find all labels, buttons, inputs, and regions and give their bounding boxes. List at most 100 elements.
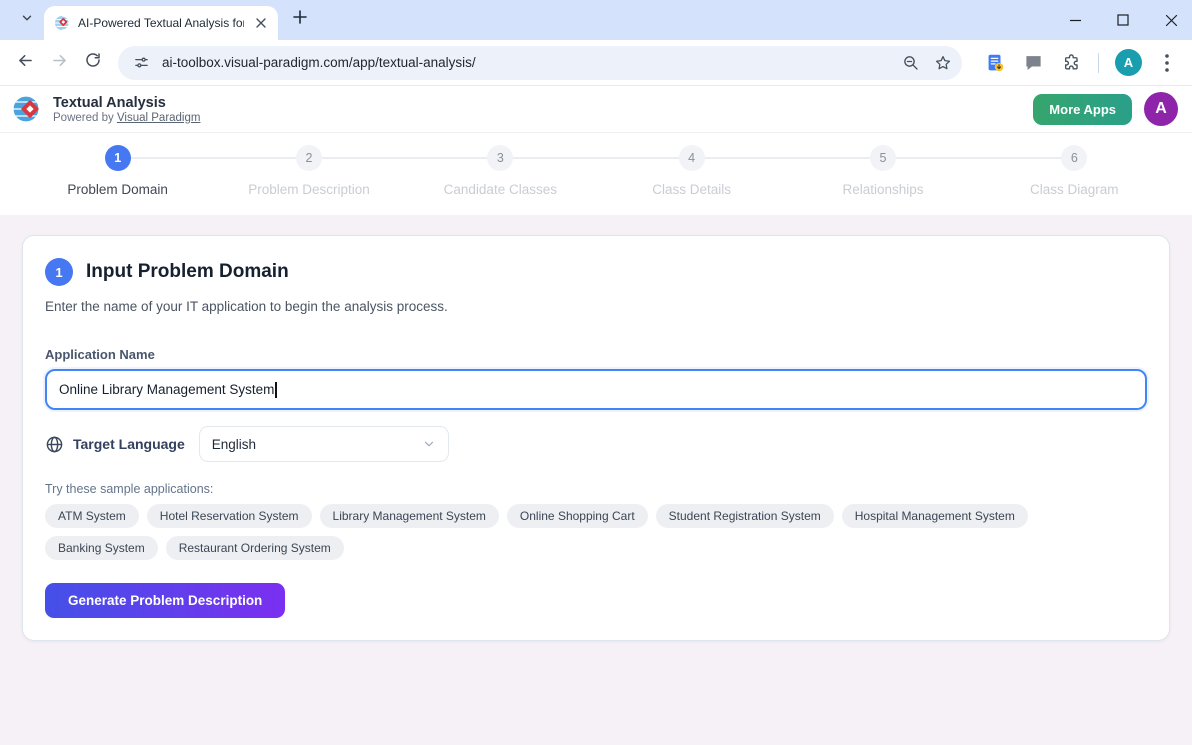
- app-title-block: Textual Analysis Powered by Visual Parad…: [53, 94, 200, 124]
- tab-close-icon[interactable]: [252, 14, 270, 32]
- app-header: Textual Analysis Powered by Visual Parad…: [0, 85, 1192, 133]
- sample-application-chip[interactable]: ATM System: [45, 504, 139, 528]
- forward-arrow-icon: [50, 51, 69, 75]
- stepper-connector: [513, 157, 596, 159]
- stepper-step[interactable]: 4 Class Details: [596, 145, 787, 197]
- stepper-step[interactable]: 3 Candidate Classes: [405, 145, 596, 197]
- bookmark-star-icon[interactable]: [932, 52, 954, 74]
- comment-bubble-icon[interactable]: [1022, 52, 1044, 74]
- toolbar-divider: [1098, 53, 1099, 73]
- browser-profile-avatar[interactable]: A: [1115, 49, 1142, 76]
- stepper-step-number: 2: [296, 145, 322, 171]
- stepper-step-number: 1: [105, 145, 131, 171]
- samples-label: Try these sample applications:: [45, 482, 1147, 496]
- stepper-step-number: 3: [487, 145, 513, 171]
- card-title: Input Problem Domain: [86, 261, 289, 283]
- sample-application-chip[interactable]: Restaurant Ordering System: [166, 536, 344, 560]
- stepper-step-number: 5: [870, 145, 896, 171]
- stepper-step-track: 6: [979, 145, 1170, 171]
- stepper-step-track: 3: [405, 145, 596, 171]
- step-number-badge: 1: [45, 258, 73, 286]
- toolbar-extensions-area: A: [970, 49, 1184, 76]
- address-bar[interactable]: ai-toolbox.visual-paradigm.com/app/textu…: [118, 46, 962, 80]
- stepper-connector: [896, 157, 979, 159]
- chevron-down-icon: [422, 437, 436, 451]
- stepper-step-label: Problem Description: [248, 182, 370, 197]
- reload-button[interactable]: [76, 46, 110, 80]
- sample-application-chip[interactable]: Library Management System: [320, 504, 499, 528]
- new-tab-button[interactable]: [286, 5, 314, 33]
- card-description: Enter the name of your IT application to…: [45, 299, 1147, 314]
- stepper-step-label: Relationships: [842, 182, 923, 197]
- more-apps-button[interactable]: More Apps: [1033, 94, 1132, 125]
- input-problem-domain-card: 1 Input Problem Domain Enter the name of…: [22, 235, 1170, 641]
- stepper-step-number: 4: [679, 145, 705, 171]
- generate-problem-description-button[interactable]: Generate Problem Description: [45, 583, 285, 618]
- visual-paradigm-logo: [10, 92, 44, 126]
- stepper-step-track: 5: [787, 145, 978, 171]
- stepper-step-label: Problem Domain: [67, 182, 168, 197]
- stepper-step-track: 1: [22, 145, 213, 171]
- browser-tab-strip: AI-Powered Textual Analysis for: [0, 0, 1192, 40]
- chevron-down-icon: [20, 11, 34, 30]
- stepper-connector: [213, 157, 296, 159]
- sample-application-chip[interactable]: Hotel Reservation System: [147, 504, 312, 528]
- stepper-step-label: Candidate Classes: [444, 182, 557, 197]
- sample-application-chip[interactable]: Student Registration System: [656, 504, 834, 528]
- stepper-connector: [322, 157, 405, 159]
- zoom-out-icon[interactable]: [900, 52, 922, 74]
- application-name-value: Online Library Management System: [59, 382, 274, 397]
- sample-application-chip[interactable]: Online Shopping Cart: [507, 504, 648, 528]
- stepper-step-label: Class Details: [652, 182, 731, 197]
- forward-button[interactable]: [42, 46, 76, 80]
- plus-icon: [293, 10, 307, 29]
- sample-applications-list: ATM System Hotel Reservation System Libr…: [45, 504, 1065, 560]
- stepper-connector: [596, 157, 679, 159]
- visual-paradigm-favicon-icon: [54, 15, 70, 31]
- target-language-select[interactable]: English: [199, 426, 449, 462]
- browser-tab[interactable]: AI-Powered Textual Analysis for: [44, 6, 278, 40]
- card-header: 1 Input Problem Domain: [45, 258, 1147, 286]
- window-minimize-button[interactable]: [1068, 13, 1082, 27]
- stepper-step[interactable]: 1 Problem Domain: [22, 145, 213, 197]
- target-language-row: Target Language English: [45, 426, 1147, 462]
- tab-title: AI-Powered Textual Analysis for: [78, 16, 244, 30]
- wizard-stepper: 1 Problem Domain 2 Problem Description 3…: [0, 133, 1192, 215]
- reload-icon: [84, 51, 102, 74]
- app-title: Textual Analysis: [53, 94, 200, 112]
- tab-search-button[interactable]: [12, 5, 42, 35]
- browser-menu-icon[interactable]: [1158, 52, 1176, 74]
- stepper-step-number: 6: [1061, 145, 1087, 171]
- stepper-connector: [405, 157, 488, 159]
- back-arrow-icon: [16, 51, 35, 75]
- user-avatar[interactable]: A: [1144, 92, 1178, 126]
- site-settings-icon[interactable]: [130, 52, 152, 74]
- globe-icon: [45, 435, 64, 454]
- stepper-step-label: Class Diagram: [1030, 182, 1119, 197]
- stepper-step[interactable]: 6 Class Diagram: [979, 145, 1170, 197]
- application-name-input[interactable]: Online Library Management System: [45, 369, 1147, 410]
- text-cursor: [275, 382, 277, 398]
- window-controls: [1068, 0, 1178, 40]
- sample-application-chip[interactable]: Hospital Management System: [842, 504, 1028, 528]
- stepper-step[interactable]: 2 Problem Description: [213, 145, 404, 197]
- visual-paradigm-link[interactable]: Visual Paradigm: [117, 112, 201, 124]
- window-close-button[interactable]: [1164, 13, 1178, 27]
- sample-application-chip[interactable]: Banking System: [45, 536, 158, 560]
- target-language-value: English: [212, 437, 256, 452]
- stepper-connector: [787, 157, 870, 159]
- reading-list-extension-icon[interactable]: [984, 52, 1006, 74]
- window-maximize-button[interactable]: [1116, 13, 1130, 27]
- target-language-label: Target Language: [73, 436, 185, 452]
- back-button[interactable]: [8, 46, 42, 80]
- stepper-connector: [705, 157, 788, 159]
- page-body: 1 Input Problem Domain Enter the name of…: [0, 215, 1192, 745]
- stepper-step-track: 4: [596, 145, 787, 171]
- stepper-step-track: 2: [213, 145, 404, 171]
- stepper-connector: [979, 157, 1062, 159]
- url-text: ai-toolbox.visual-paradigm.com/app/textu…: [162, 55, 890, 70]
- stepper-connector: [131, 157, 214, 159]
- stepper-step[interactable]: 5 Relationships: [787, 145, 978, 197]
- powered-by-text: Powered by Visual Paradigm: [53, 112, 200, 124]
- extensions-puzzle-icon[interactable]: [1060, 52, 1082, 74]
